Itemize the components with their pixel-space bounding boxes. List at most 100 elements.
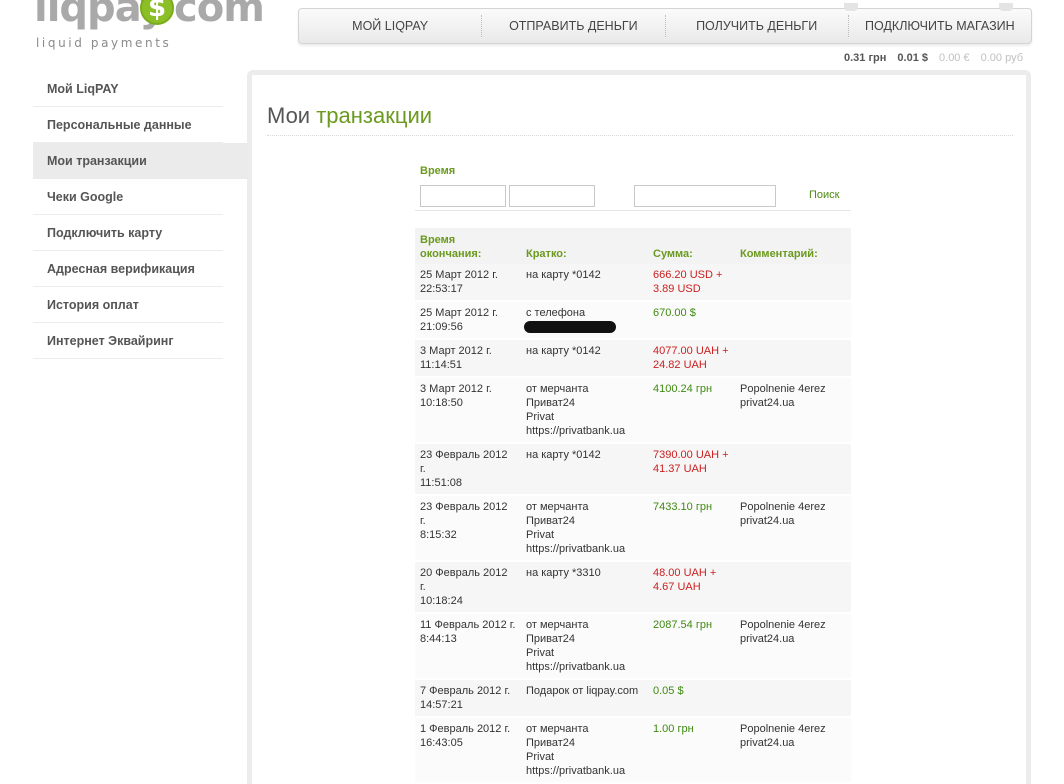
cell-comment xyxy=(735,264,851,302)
cell-amount-text: 2087.54 грн xyxy=(653,619,713,631)
cell-summary: на карту *0142 xyxy=(521,264,648,302)
cell-date: 20 Февраль 2012 г. 10:18:24 xyxy=(415,561,521,614)
balance-usd: 0.01 $ xyxy=(897,52,929,64)
cell-summary: на карту *3310 xyxy=(521,561,648,614)
cell-comment xyxy=(735,443,851,496)
table-row[interactable]: 1 Февраль 2012 г. 16:43:05 от мерчанта Пр… xyxy=(415,717,851,784)
cell-comment: Popolnenie 4erez privat24.ua xyxy=(735,495,851,562)
cell-date-text: 25 Март 2012 г. 22:53:17 xyxy=(420,269,498,295)
cell-summary: Подарок от liqpay.com xyxy=(521,679,648,718)
cell-date-text: 11 Февраль 2012 г. 8:44:13 xyxy=(420,619,516,645)
cell-summary: с телефона xyxy=(521,301,648,340)
sidebar-item-payment-history[interactable]: История оплат xyxy=(33,287,223,323)
cell-date-text: 3 Март 2012 г. 11:14:51 xyxy=(420,345,492,371)
table-row[interactable]: 7 Февраль 2012 г. 14:57:21 Подарок от liq… xyxy=(415,679,851,718)
cell-amount-text: 0.05 $ xyxy=(653,685,684,697)
top-navigation: Мой LiqPAY Отправить деньги Получить ден… xyxy=(298,3,1032,44)
cell-date-text: 23 Февраль 2012 г. 11:51:08 xyxy=(420,449,508,489)
cell-summary-text: Подарок от liqpay.com xyxy=(526,685,639,697)
sidebar-item-address-verification[interactable]: Адресная верификация xyxy=(33,251,223,287)
cell-amount: 7390.00 UAH + 41.37 UAH xyxy=(648,443,735,496)
table-row[interactable]: 25 Март 2012 г. 22:53:17 на карту *0142 66… xyxy=(415,264,851,302)
nav-receive-money[interactable]: Получить деньги xyxy=(666,15,849,37)
cell-amount-text: 1.00 грн xyxy=(653,723,694,735)
cell-date-text: 1 Февраль 2012 г. 16:43:05 xyxy=(420,723,511,749)
filter-text-input[interactable] xyxy=(634,185,776,207)
cell-summary-text: от мерчанта Приват24 Privat https://priv… xyxy=(526,383,626,437)
cell-amount: 48.00 UAH + 4.67 UAH xyxy=(648,561,735,614)
cell-comment-text: Popolnenie 4erez privat24.ua xyxy=(740,501,826,527)
cell-date: 25 Март 2012 г. 21:09:56 xyxy=(415,301,521,340)
cell-summary: от мерчанта Приват24 Privat https://priv… xyxy=(521,613,648,680)
sidebar-item-my-transactions[interactable]: Мои транзакции xyxy=(33,143,247,179)
date-from-input[interactable] xyxy=(420,185,506,207)
cell-summary: на карту *0142 xyxy=(521,339,648,378)
cell-comment: Popolnenie 4erez privat24.ua xyxy=(735,717,851,784)
cell-summary-text: от мерчанта Приват24 Privat https://priv… xyxy=(526,501,626,555)
cell-comment: Popolnenie 4erez privat24.ua xyxy=(735,377,851,444)
search-link[interactable]: Поиск xyxy=(809,189,839,201)
balance-rub: 0.00 руб xyxy=(980,52,1023,64)
sidebar-item-connect-card[interactable]: Подключить карту xyxy=(33,215,223,251)
cell-amount: 7433.10 грн xyxy=(648,495,735,562)
cell-amount-text: 666.20 USD + 3.89 USD xyxy=(653,269,723,295)
sidebar-item-internet-acquiring[interactable]: Интернет Эквайринг xyxy=(33,323,223,359)
header-end-time: Время окончания: xyxy=(415,228,521,264)
cell-date: 3 Март 2012 г. 11:14:51 xyxy=(415,339,521,378)
table-row[interactable]: 23 Февраль 2012 г. 8:15:32 от мерчанта Пр… xyxy=(415,495,851,562)
cell-summary: на карту *0142 xyxy=(521,443,648,496)
cell-comment-text: Popolnenie 4erez privat24.ua xyxy=(740,723,826,749)
balance-uah: 0.31 грн xyxy=(844,52,887,64)
time-filter: Время Поиск xyxy=(415,155,851,211)
transactions-table: Время окончания: Кратко: Сумма: Коммента… xyxy=(415,228,851,784)
header-amount: Сумма: xyxy=(648,228,735,264)
date-to-input[interactable] xyxy=(509,185,595,207)
cell-comment xyxy=(735,679,851,718)
cell-amount: 670.00 $ xyxy=(648,301,735,340)
nav-send-money[interactable]: Отправить деньги xyxy=(482,15,666,37)
cell-amount: 666.20 USD + 3.89 USD xyxy=(648,264,735,302)
cell-summary-text: на карту *0142 xyxy=(526,345,601,357)
cell-summary-text: от мерчанта Приват24 Privat https://priv… xyxy=(526,619,626,673)
page-title: Мои транзакции xyxy=(267,103,432,129)
cell-comment-text: Popolnenie 4erez privat24.ua xyxy=(740,619,826,645)
cell-amount: 1.00 грн xyxy=(648,717,735,784)
cell-date: 25 Март 2012 г. 22:53:17 xyxy=(415,264,521,302)
cell-summary-text: с телефона xyxy=(526,307,586,319)
cell-amount: 0.05 $ xyxy=(648,679,735,718)
table-row[interactable]: 25 Март 2012 г. 21:09:56 с телефона 670.00… xyxy=(415,301,851,340)
cell-comment xyxy=(735,561,851,614)
title-divider xyxy=(267,135,1013,136)
cell-date-text: 3 Март 2012 г. 10:18:50 xyxy=(420,383,492,409)
cell-date: 7 Февраль 2012 г. 14:57:21 xyxy=(415,679,521,718)
cell-amount: 2087.54 грн xyxy=(648,613,735,680)
cell-comment-text: Popolnenie 4erez privat24.ua xyxy=(740,383,826,409)
table-row[interactable]: 11 Февраль 2012 г. 8:44:13 от мерчанта Пр… xyxy=(415,613,851,680)
sidebar-item-google-checks[interactable]: Чеки Google xyxy=(33,179,223,215)
cell-comment: Popolnenie 4erez privat24.ua xyxy=(735,613,851,680)
cell-date: 3 Март 2012 г. 10:18:50 xyxy=(415,377,521,444)
cell-date-text: 20 Февраль 2012 г. 10:18:24 xyxy=(420,567,508,607)
cell-amount-text: 7433.10 грн xyxy=(653,501,713,513)
table-row[interactable]: 3 Март 2012 г. 10:18:50 от мерчанта Прива… xyxy=(415,377,851,444)
cell-date: 1 Февраль 2012 г. 16:43:05 xyxy=(415,717,521,784)
cell-amount: 4077.00 UAH + 24.82 UAH xyxy=(648,339,735,378)
transactions-body: 25 Март 2012 г. 22:53:17 на карту *0142 66… xyxy=(415,264,851,784)
table-row[interactable]: 23 Февраль 2012 г. 11:51:08 на карту *014… xyxy=(415,443,851,496)
sidebar-item-my-liqpay[interactable]: Мой LiqPAY xyxy=(33,71,223,107)
sidebar-item-personal-data[interactable]: Персональные данные xyxy=(33,107,223,143)
liqpay-logo[interactable]: liqpay $ com liquid payments xyxy=(34,0,265,50)
balances-bar: 0.31 грн 0.01 $ 0.00 € 0.00 руб xyxy=(844,52,1023,64)
cell-comment xyxy=(735,301,851,340)
content-panel: Мои транзакции Время Поиск Время окончан… xyxy=(247,70,1031,784)
table-row[interactable]: 20 Февраль 2012 г. 10:18:24 на карту *331… xyxy=(415,561,851,614)
header-comment: Комментарий: xyxy=(735,228,851,264)
nav-decor-tab-icon xyxy=(844,3,858,11)
nav-connect-shop[interactable]: Подключить магазин xyxy=(849,15,1031,37)
nav-my-liqpay[interactable]: Мой LiqPAY xyxy=(299,15,483,37)
table-row[interactable]: 3 Март 2012 г. 11:14:51 на карту *0142 407… xyxy=(415,339,851,378)
cell-date-text: 7 Февраль 2012 г. 14:57:21 xyxy=(420,685,511,711)
cell-summary-text: на карту *0142 xyxy=(526,449,601,461)
nav-decor-tab-icon xyxy=(999,3,1013,11)
header-summary: Кратко: xyxy=(521,228,648,264)
